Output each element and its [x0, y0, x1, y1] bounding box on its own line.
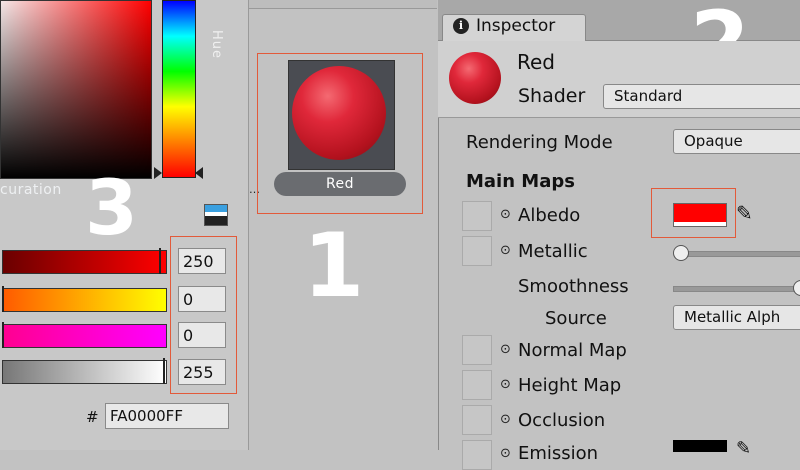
albedo-target-icon[interactable]: ⊙	[500, 207, 511, 222]
eyedropper-icon[interactable]: ✎	[736, 201, 753, 225]
rendering-mode-label: Rendering Mode	[466, 132, 613, 153]
saturation-label: curation	[0, 182, 62, 198]
rendering-mode-dropdown[interactable]: Opaque	[673, 129, 800, 154]
material-name: Red	[517, 50, 555, 74]
smoothness-label: Smoothness	[518, 276, 629, 297]
source-label: Source	[545, 308, 607, 329]
alpha-channel-slider[interactable]	[2, 360, 167, 384]
info-icon: i	[453, 18, 469, 34]
step-number-3: 3	[85, 163, 138, 252]
green-channel-handle[interactable]	[2, 286, 4, 312]
hue-label: Hue	[209, 30, 224, 60]
albedo-highlight	[651, 188, 736, 238]
hue-slider[interactable]	[162, 0, 196, 178]
source-dropdown[interactable]: Metallic Alph	[673, 305, 800, 330]
shader-dropdown[interactable]: Standard	[603, 84, 800, 109]
step-number-1: 1	[303, 214, 365, 317]
normal-map-target-icon[interactable]: ⊙	[500, 342, 511, 357]
albedo-label: Albedo	[518, 205, 581, 226]
hue-caret-left-icon[interactable]	[154, 167, 162, 179]
shader-label: Shader	[518, 85, 586, 107]
main-maps-heading: Main Maps	[466, 171, 575, 192]
metallic-target-icon[interactable]: ⊙	[500, 243, 511, 258]
emission-color-swatch[interactable]	[673, 440, 727, 452]
hue-caret-right-icon[interactable]	[195, 167, 203, 179]
project-toolbar	[249, 0, 437, 9]
channel-values-highlight	[170, 236, 237, 394]
height-map-target-icon[interactable]: ⊙	[500, 377, 511, 392]
normal-map-label: Normal Map	[518, 340, 627, 361]
green-channel-slider[interactable]	[2, 288, 167, 312]
red-channel-handle[interactable]	[159, 248, 161, 274]
emission-target-icon[interactable]: ⊙	[500, 446, 511, 461]
smoothness-slider[interactable]	[673, 286, 800, 292]
blue-channel-slider[interactable]	[2, 324, 167, 348]
blue-channel-handle[interactable]	[2, 322, 4, 348]
material-icon	[449, 52, 501, 104]
tab-inspector-label: Inspector	[476, 16, 556, 36]
metallic-slider[interactable]	[676, 251, 800, 257]
hex-hash-label: #	[86, 408, 99, 426]
height-map-label: Height Map	[518, 375, 622, 396]
occlusion-target-icon[interactable]: ⊙	[500, 412, 511, 427]
red-channel-slider[interactable]	[2, 250, 167, 274]
emission-label: Emission	[518, 443, 599, 464]
occlusion-label: Occlusion	[518, 410, 606, 431]
emission-texture-slot[interactable]	[462, 440, 492, 470]
occlusion-texture-slot[interactable]	[462, 405, 492, 435]
color-picker-panel: curation Hue 250 0 0 255 # FA0000FF 3	[0, 0, 249, 450]
height-map-texture-slot[interactable]	[462, 370, 492, 400]
color-mode-toggle-icon[interactable]	[204, 204, 228, 226]
hex-color-field[interactable]: FA0000FF	[105, 403, 229, 429]
metallic-label: Metallic	[518, 241, 588, 262]
asset-highlight	[257, 53, 423, 214]
normal-map-texture-slot[interactable]	[462, 335, 492, 365]
albedo-texture-slot[interactable]	[462, 201, 492, 231]
alpha-channel-handle[interactable]	[163, 358, 165, 384]
saturation-value-field[interactable]	[0, 0, 152, 179]
metallic-texture-slot[interactable]	[462, 236, 492, 266]
metallic-slider-knob[interactable]	[673, 245, 689, 261]
emission-eyedropper-icon[interactable]: ✎	[736, 438, 751, 459]
